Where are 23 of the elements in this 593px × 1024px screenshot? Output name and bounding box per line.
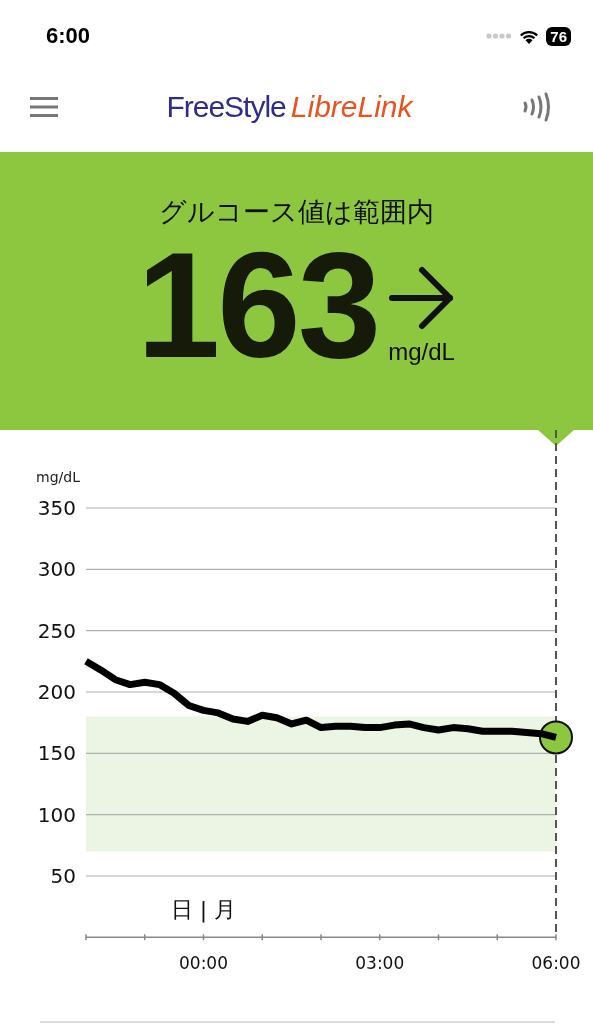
y-tick-label: 200 bbox=[37, 680, 76, 704]
y-tick-label: 100 bbox=[37, 802, 76, 827]
cellular-signal-icon bbox=[486, 33, 513, 39]
menu-icon[interactable] bbox=[30, 97, 58, 117]
current-reading-marker bbox=[539, 720, 573, 755]
x-tick-label: 00:00 bbox=[179, 953, 228, 974]
status-message: グルコース値は範囲内 bbox=[159, 195, 434, 229]
y-tick-label: 150 bbox=[37, 741, 76, 766]
y-tick-label: 350 bbox=[37, 496, 76, 520]
x-tick-label: 03:00 bbox=[355, 953, 405, 974]
x-tick-label: 06:00 bbox=[531, 953, 581, 974]
y-tick-label: 250 bbox=[37, 618, 76, 643]
glucose-value: 163 bbox=[136, 230, 379, 380]
logo-text: LibreLink bbox=[290, 90, 413, 124]
glucose-unit: mg/dL bbox=[388, 338, 455, 366]
signal-waves-icon[interactable] bbox=[521, 92, 553, 122]
y-tick-label: 50 bbox=[50, 864, 76, 888]
day-change-label: 日 | 月 bbox=[170, 897, 237, 923]
y-axis-unit: mg/dL bbox=[36, 469, 80, 485]
logo-text: FreeStyle bbox=[166, 90, 286, 124]
y-tick-label: 300 bbox=[37, 557, 76, 582]
battery-icon: 76 bbox=[546, 26, 571, 46]
status-time: 6:00 bbox=[46, 23, 91, 49]
